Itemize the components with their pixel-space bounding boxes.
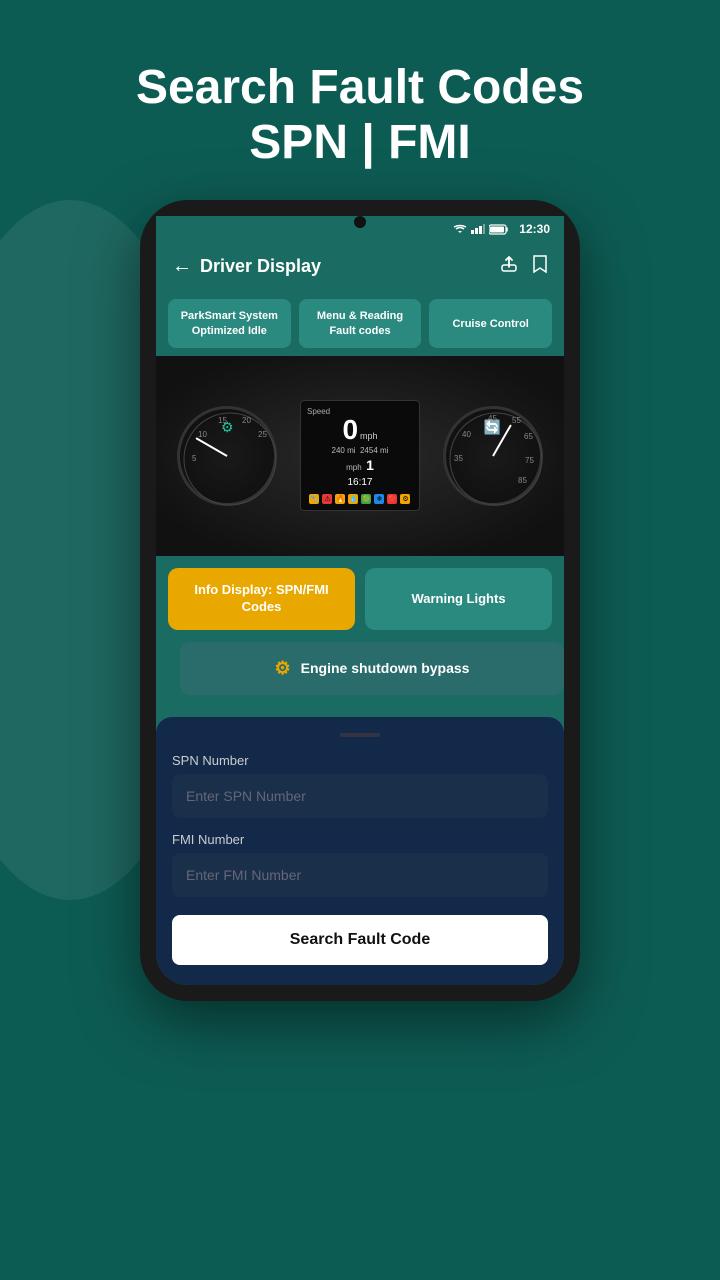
spn-label: SPN Number bbox=[172, 753, 548, 768]
svg-text:45: 45 bbox=[488, 414, 497, 423]
share-button[interactable] bbox=[500, 255, 518, 278]
engine-icon: ⚙ bbox=[275, 658, 291, 679]
feature-btn-cruise[interactable]: Cruise Control bbox=[429, 299, 552, 348]
engine-shutdown-button[interactable]: ⚙ Engine shutdown bypass bbox=[180, 642, 564, 695]
engine-shutdown-label: Engine shutdown bypass bbox=[301, 660, 470, 676]
dash-icon-6: ❄ bbox=[374, 494, 384, 504]
dash-icon-7: 🔴 bbox=[387, 494, 397, 504]
right-gauge: 🔄 35 40 45 55 65 75 85 bbox=[443, 406, 543, 506]
dash-icon-3: 🔥 bbox=[335, 494, 345, 504]
warning-icons-row: 🔧 ⚠ 🔥 💧 🟢 ❄ 🔴 ⚙ bbox=[307, 494, 413, 504]
fmi-input[interactable] bbox=[172, 853, 548, 897]
dashboard-area: ⚙ 5 10 15 20 25 S bbox=[156, 356, 564, 556]
dash-icon-2: ⚠ bbox=[322, 494, 332, 504]
phone-mockup: 12:30 ← Driver Display bbox=[140, 200, 580, 1000]
time-display: 16:17 bbox=[307, 477, 413, 488]
distance-display: 240 mi 2454 mi bbox=[307, 446, 413, 455]
center-display: Speed 0 mph 240 mi 2454 mi mph 1 16:17 bbox=[300, 400, 420, 511]
svg-text:55: 55 bbox=[512, 416, 521, 425]
dash-icon-8: ⚙ bbox=[400, 494, 410, 504]
screen-title: Driver Display bbox=[200, 256, 321, 277]
app-bar-left: ← Driver Display bbox=[172, 255, 321, 278]
status-time: 12:30 bbox=[519, 222, 550, 236]
svg-text:85: 85 bbox=[518, 476, 527, 485]
svg-text:35: 35 bbox=[454, 454, 463, 463]
svg-text:20: 20 bbox=[242, 416, 251, 425]
info-display-button[interactable]: Info Display: SPN/FMI Codes bbox=[168, 568, 355, 630]
header-section: Search Fault Codes SPN | FMI bbox=[96, 60, 624, 170]
sheet-handle bbox=[340, 733, 380, 737]
search-fault-code-button[interactable]: Search Fault Code bbox=[172, 915, 548, 965]
speed-unit: mph bbox=[360, 431, 378, 441]
speed-value: 0 bbox=[342, 416, 358, 444]
battery-icon bbox=[489, 224, 509, 235]
dash-icon-4: 💧 bbox=[348, 494, 358, 504]
spn-input[interactable] bbox=[172, 774, 548, 818]
bookmark-button[interactable] bbox=[532, 254, 548, 279]
gear-display: 1 bbox=[366, 457, 374, 473]
dash-icon-5: 🟢 bbox=[361, 494, 371, 504]
fmi-label: FMI Number bbox=[172, 832, 548, 847]
phone-screen: 12:30 ← Driver Display bbox=[156, 216, 564, 984]
svg-text:75: 75 bbox=[525, 456, 534, 465]
speed-label: Speed bbox=[307, 407, 413, 416]
svg-text:15: 15 bbox=[218, 416, 227, 425]
warning-lights-button[interactable]: Warning Lights bbox=[365, 568, 552, 630]
bottom-sheet: SPN Number FMI Number Search Fault Code bbox=[156, 717, 564, 985]
left-gauge: ⚙ 5 10 15 20 25 bbox=[177, 406, 277, 506]
feature-btn-menu[interactable]: Menu & Reading Fault codes bbox=[299, 299, 422, 348]
svg-text:5: 5 bbox=[192, 454, 197, 463]
app-bar: ← Driver Display bbox=[156, 242, 564, 291]
mph-display: mph 1 bbox=[307, 457, 413, 473]
phone-shell: 12:30 ← Driver Display bbox=[140, 200, 580, 1000]
back-button[interactable]: ← bbox=[172, 255, 192, 278]
action-buttons-row: Info Display: SPN/FMI Codes Warning Ligh… bbox=[156, 556, 564, 642]
feature-buttons-row: ParkSmart System Optimized Idle Menu & R… bbox=[156, 291, 564, 356]
dashboard-bg: ⚙ 5 10 15 20 25 S bbox=[156, 356, 564, 556]
app-bar-actions bbox=[500, 254, 548, 279]
dash-icon-1: 🔧 bbox=[309, 494, 319, 504]
status-icons bbox=[453, 224, 509, 235]
svg-text:25: 25 bbox=[258, 430, 267, 439]
app-title: Search Fault Codes SPN | FMI bbox=[136, 60, 584, 170]
phone-notch bbox=[354, 216, 366, 228]
svg-text:65: 65 bbox=[524, 432, 533, 441]
svg-text:10: 10 bbox=[198, 430, 207, 439]
wifi-icon bbox=[453, 224, 467, 234]
svg-text:40: 40 bbox=[462, 430, 471, 439]
signal-icon bbox=[471, 224, 485, 234]
feature-btn-parksmart[interactable]: ParkSmart System Optimized Idle bbox=[168, 299, 291, 348]
